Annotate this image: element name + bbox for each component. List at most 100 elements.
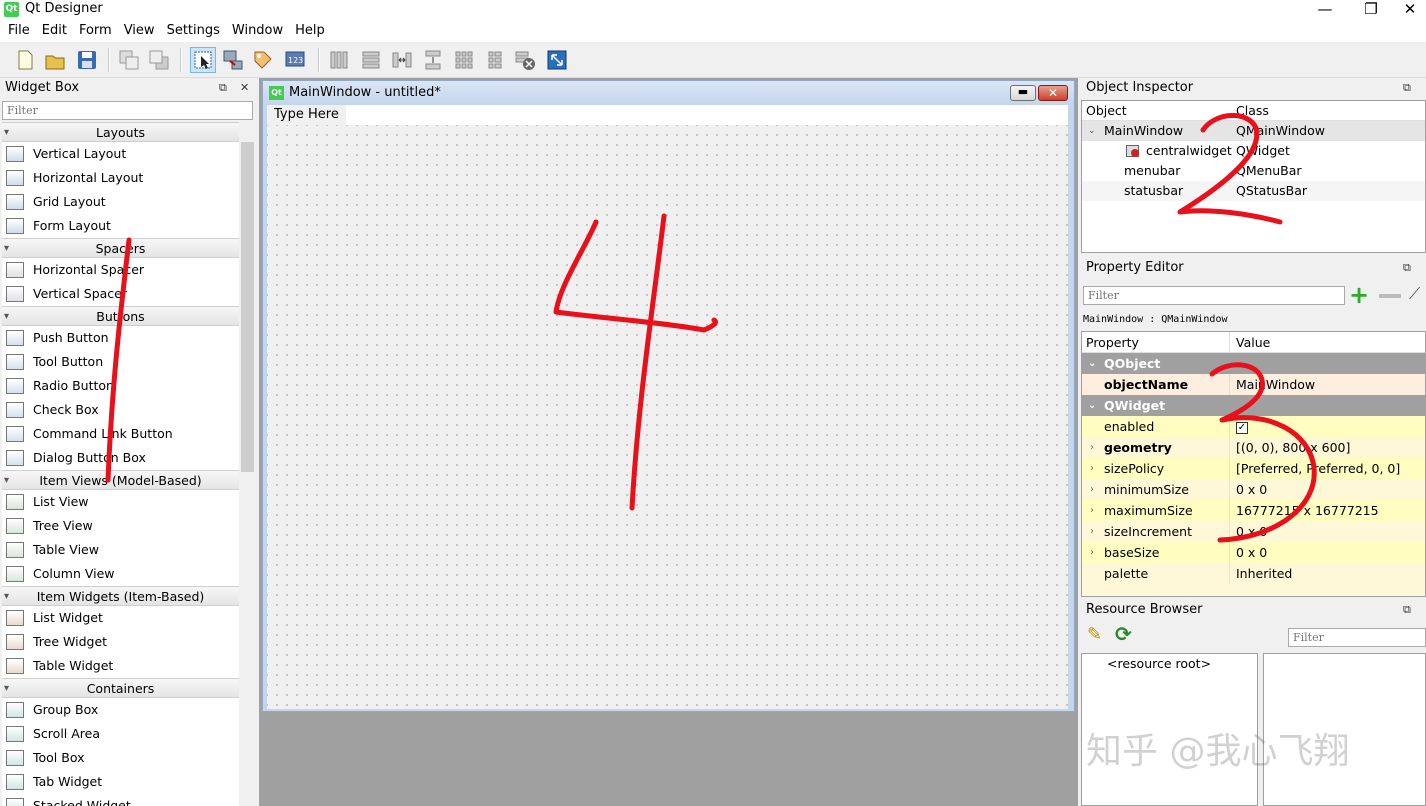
menu-window[interactable]: Window <box>226 20 289 42</box>
property-value[interactable]: 16777215 x 16777215 <box>1236 503 1379 518</box>
type-here-menu[interactable]: Type Here <box>267 105 346 125</box>
form-minimize-button[interactable]: ▬ <box>1010 85 1036 101</box>
bring-to-front-icon[interactable] <box>146 47 172 73</box>
property-value[interactable]: [Preferred, Preferred, 0, 0] <box>1236 461 1400 476</box>
layout-grid-icon[interactable] <box>451 47 477 73</box>
property-row[interactable]: › geometry [(0, 0), 800 x 600] <box>1082 437 1425 458</box>
edit-resources-icon[interactable]: ✎ <box>1087 624 1102 645</box>
widget-item[interactable]: Tool Button <box>2 350 239 374</box>
property-value[interactable]: Inherited <box>1236 566 1292 581</box>
form-window[interactable]: Qt MainWindow - untitled* ▬ ✕ Type Here <box>262 80 1075 712</box>
tree-row-statusbar[interactable]: statusbar QStatusBar <box>1082 181 1425 201</box>
property-group[interactable]: ⌄ QObject <box>1082 353 1425 374</box>
widget-item[interactable]: Dialog Button Box <box>2 446 239 470</box>
restore-icon[interactable]: ❐ <box>1348 0 1394 20</box>
widget-item[interactable]: Table Widget <box>2 654 239 678</box>
category-header[interactable]: ▾ Item Views (Model-Based) <box>2 470 239 490</box>
open-file-icon[interactable] <box>42 47 68 73</box>
property-row[interactable]: › sizeIncrement 0 x 0 <box>1082 521 1425 542</box>
send-to-back-icon[interactable] <box>116 47 142 73</box>
category-header[interactable]: ▾ Item Widgets (Item-Based) <box>2 586 239 606</box>
widget-item[interactable]: Tool Box <box>2 746 239 770</box>
adjust-size-icon[interactable] <box>544 47 570 73</box>
widget-item[interactable]: Vertical Spacer <box>2 282 239 306</box>
widget-item[interactable]: Command Link Button <box>2 422 239 446</box>
property-value[interactable]: 0 x 0 <box>1236 545 1267 560</box>
property-value[interactable]: 0 x 0 <box>1236 482 1267 497</box>
widget-item[interactable]: Tree View <box>2 514 239 538</box>
widget-item[interactable]: Scroll Area <box>2 722 239 746</box>
category-header[interactable]: ▾ Containers <box>2 678 239 698</box>
tree-row-centralwidget[interactable]: centralwidget QWidget <box>1082 141 1425 161</box>
widget-item[interactable]: Vertical Layout <box>2 142 239 166</box>
property-row[interactable]: › sizePolicy [Preferred, Preferred, 0, 0] <box>1082 458 1425 479</box>
layout-h-splitter-icon[interactable] <box>389 47 415 73</box>
widget-item[interactable]: List View <box>2 490 239 514</box>
edit-tab-order-icon[interactable]: 123 <box>282 47 308 73</box>
property-value[interactable]: [(0, 0), 800 x 600] <box>1236 440 1350 455</box>
reload-icon[interactable]: ⟳ <box>1115 622 1132 646</box>
widget-item[interactable]: Tree Widget <box>2 630 239 654</box>
menu-help[interactable]: Help <box>289 20 331 42</box>
widget-item[interactable]: List Widget <box>2 606 239 630</box>
new-file-icon[interactable] <box>12 47 38 73</box>
property-row[interactable] <box>1082 584 1425 596</box>
widget-item[interactable]: Horizontal Layout <box>2 166 239 190</box>
layout-vertical-icon[interactable] <box>358 47 384 73</box>
configure-icon[interactable]: ⟋ <box>1409 284 1420 304</box>
widget-item[interactable]: Stacked Widget <box>2 794 239 806</box>
float-dock-icon[interactable]: ⧉ <box>1403 81 1411 95</box>
tree-row-menubar[interactable]: menubar QMenuBar <box>1082 161 1425 181</box>
widget-box-scrollbar[interactable] <box>240 122 255 806</box>
enabled-checkbox[interactable]: ✓ <box>1236 421 1248 434</box>
property-value[interactable]: MainWindow <box>1236 377 1315 392</box>
scrollbar-thumb[interactable] <box>241 142 254 472</box>
edit-widgets-icon[interactable] <box>190 47 216 73</box>
tree-row-mainwindow[interactable]: MainWindow ⌄ QMainWindow <box>1082 121 1425 141</box>
menu-settings[interactable]: Settings <box>161 20 226 42</box>
property-value[interactable]: 0 x 0 <box>1236 524 1267 539</box>
menu-form[interactable]: Form <box>73 20 118 42</box>
property-row[interactable]: objectName MainWindow <box>1082 374 1425 395</box>
layout-v-splitter-icon[interactable] <box>420 47 446 73</box>
widget-item[interactable]: Grid Layout <box>2 190 239 214</box>
chevron-down-icon[interactable]: ⌄ <box>1088 121 1096 141</box>
close-dock-icon[interactable]: ✕ <box>240 81 249 94</box>
add-property-icon[interactable]: + <box>1349 282 1369 308</box>
property-row[interactable]: › baseSize 0 x 0 <box>1082 542 1425 563</box>
edit-signals-icon[interactable] <box>220 47 246 73</box>
category-header[interactable]: ▾ Buttons <box>2 306 239 326</box>
property-row[interactable]: › maximumSize 16777215 x 16777215 <box>1082 500 1425 521</box>
close-icon[interactable]: ✕ <box>1394 0 1426 20</box>
edit-buddies-icon[interactable] <box>250 47 276 73</box>
property-row[interactable]: palette Inherited <box>1082 563 1425 584</box>
layout-horizontal-icon[interactable] <box>326 47 352 73</box>
widget-item[interactable]: Column View <box>2 562 239 586</box>
widget-item[interactable]: Group Box <box>2 698 239 722</box>
float-dock-icon[interactable]: ⧉ <box>1403 603 1411 617</box>
menu-view[interactable]: View <box>118 20 161 42</box>
save-icon[interactable] <box>74 47 100 73</box>
form-canvas[interactable]: Type Here <box>267 105 1068 709</box>
layout-form-icon[interactable] <box>482 47 508 73</box>
resource-root[interactable]: <resource root> <box>1082 654 1257 671</box>
property-group[interactable]: ⌄ QWidget <box>1082 395 1425 416</box>
menu-edit[interactable]: Edit <box>36 20 73 42</box>
float-dock-icon[interactable]: ⧉ <box>1403 261 1411 275</box>
remove-property-icon[interactable] <box>1379 294 1401 298</box>
category-header[interactable]: ▾ Spacers <box>2 238 239 258</box>
property-row[interactable]: › minimumSize 0 x 0 <box>1082 479 1425 500</box>
widget-item[interactable]: Radio Button <box>2 374 239 398</box>
widget-item[interactable]: Form Layout <box>2 214 239 238</box>
category-header[interactable]: ▾ Layouts <box>2 122 239 142</box>
widget-item[interactable]: Push Button <box>2 326 239 350</box>
widget-box-filter[interactable] <box>2 101 253 120</box>
property-filter[interactable] <box>1083 286 1345 305</box>
form-close-button[interactable]: ✕ <box>1038 85 1068 101</box>
property-row[interactable]: enabled ✓ <box>1082 416 1425 437</box>
widget-item[interactable]: Tab Widget <box>2 770 239 794</box>
menu-file[interactable]: File <box>2 20 36 42</box>
widget-item[interactable]: Horizontal Spacer <box>2 258 239 282</box>
widget-item[interactable]: Check Box <box>2 398 239 422</box>
resource-filter[interactable] <box>1288 628 1426 647</box>
